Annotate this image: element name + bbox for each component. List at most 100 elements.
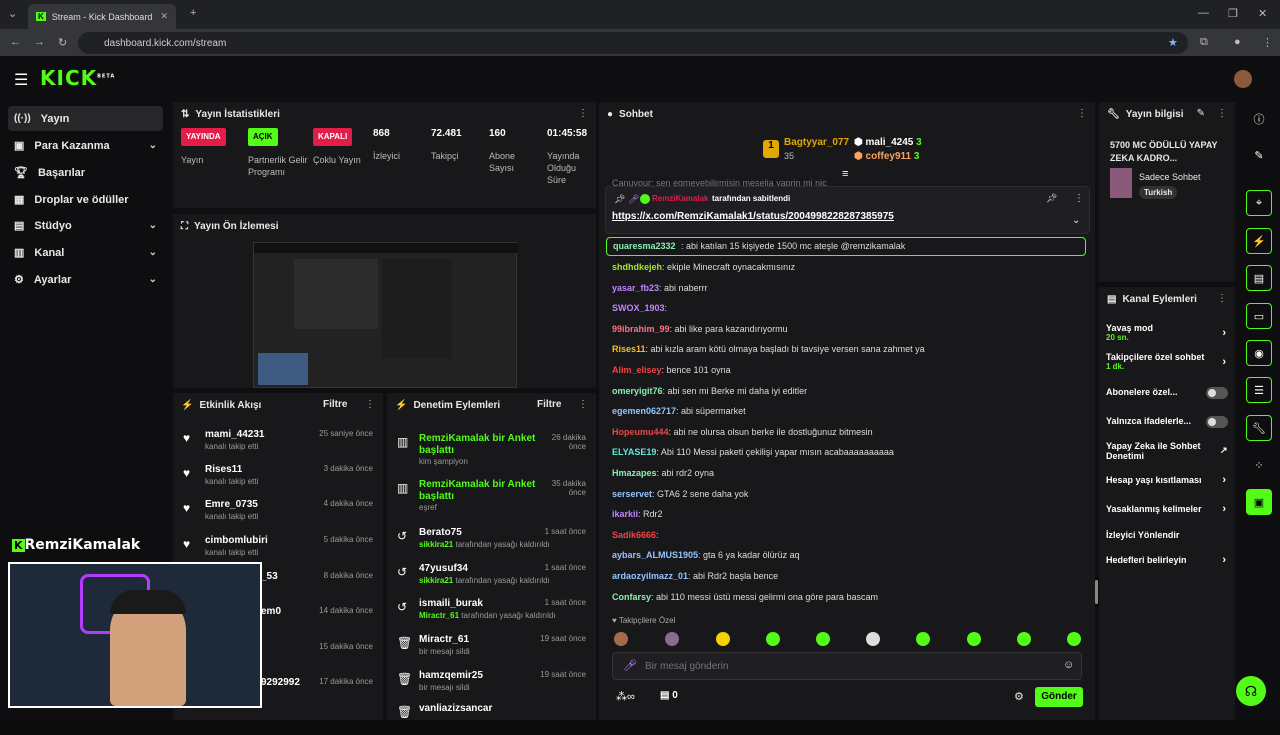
more-options-icon[interactable]: ⋮ (365, 399, 375, 410)
forward-icon[interactable]: → (34, 36, 45, 48)
url-field[interactable]: dashboard.kick.com/stream (78, 32, 1188, 54)
banned-words-item[interactable]: Yasaklanmış kelimeler › (1106, 503, 1230, 515)
chat-username[interactable]: 99ibrahim_99 (612, 324, 670, 334)
points-display[interactable]: ▤ 0 (660, 690, 678, 701)
nodes-icon[interactable]: ⁘ (1246, 452, 1272, 478)
subscribers-only-toggle[interactable] (1206, 387, 1228, 399)
sidebar-item-ayarlar[interactable]: ⚙ Ayarlar ⌄ (8, 267, 163, 292)
leader-name[interactable]: Bagtyyar_077 (784, 137, 849, 148)
raid-item[interactable]: İzleyici Yönlendir (1106, 530, 1230, 540)
followers-only-chat-item[interactable]: Takipçilere özel sohbet 1 dk. › (1106, 352, 1230, 371)
filter-button[interactable]: Filtre (537, 399, 561, 410)
restore-icon[interactable]: ❐ (1228, 7, 1238, 20)
list-icon[interactable]: ☰ (1246, 377, 1272, 403)
kick-logo[interactable]: KICKBETA (40, 66, 115, 90)
reload-icon[interactable]: ↻ (58, 36, 67, 49)
emote-icon[interactable] (816, 632, 830, 646)
more-options-icon[interactable]: ⋮ (578, 108, 588, 119)
bookmark-star-icon[interactable]: ★ (1168, 36, 1178, 49)
send-button[interactable]: Gönder (1035, 687, 1083, 707)
emote-icon[interactable] (866, 632, 880, 646)
close-window-icon[interactable]: ✕ (1258, 7, 1267, 20)
more-options-icon[interactable]: ⋮ (578, 399, 588, 410)
emote-icon[interactable] (766, 632, 780, 646)
more-options-icon[interactable]: ⋮ (1074, 193, 1084, 204)
expand-leaderboard-icon[interactable]: ≡ (842, 168, 848, 180)
extensions-icon[interactable]: ⧉ (1200, 36, 1208, 49)
sidebar-item-basarilar[interactable]: 🏆︎ Başarılar (8, 160, 163, 185)
filter-button[interactable]: Filtre (323, 399, 347, 410)
edit-icon[interactable]: ✎ (1197, 108, 1205, 119)
close-tab-icon[interactable]: ✕ (160, 11, 168, 22)
chat-username[interactable]: egemen062717 (612, 406, 676, 416)
sidebar-item-droplar[interactable]: ▦ Droplar ve ödüller (8, 187, 163, 212)
chevron-down-icon[interactable]: ⌄ (1072, 215, 1080, 226)
chat-username[interactable]: omeryigit76 (612, 386, 663, 396)
chat-username[interactable]: aybars_ALMUS1905 (612, 550, 698, 560)
chat-scrollbar[interactable] (1095, 580, 1098, 604)
info-icon[interactable]: ⓘ (1246, 106, 1272, 132)
emote-icon[interactable] (967, 632, 981, 646)
emote-icon[interactable] (665, 632, 679, 646)
chat-username[interactable]: Alim_elisey (612, 365, 662, 375)
browser-menu-icon[interactable]: ⋮ (1262, 36, 1273, 49)
emote-icon[interactable] (1017, 632, 1031, 646)
sidebar-item-para-kazanma[interactable]: ▣ Para Kazanma ⌄ (8, 133, 163, 158)
browser-tab[interactable]: K Stream - Kick Dashboard ✕ (28, 4, 176, 29)
chat-username[interactable]: Hmazapes (612, 468, 657, 478)
profile-icon[interactable]: ● (1234, 36, 1241, 48)
lightning-icon[interactable]: ⚡ (1246, 228, 1272, 254)
emoji-picker-icon[interactable]: ☺ (1063, 659, 1074, 671)
chat-username[interactable]: Sadik6666 (612, 530, 656, 540)
sidebar-item-studyo[interactable]: ▤ Stüdyo ⌄ (8, 213, 163, 238)
emotes-only-toggle[interactable] (1206, 416, 1228, 428)
emote-icon[interactable] (614, 632, 628, 646)
document-icon[interactable]: ▤ (1246, 265, 1272, 291)
chat-bubble-icon[interactable]: ▭ (1246, 303, 1272, 329)
ai-moderation-item[interactable]: Yapay Zeka ile Sohbet Denetimi ↗ (1106, 441, 1228, 461)
chat-username[interactable]: Rises11 (612, 344, 646, 354)
account-age-item[interactable]: Hesap yaşı kısıtlaması › (1106, 474, 1230, 486)
chat-username[interactable]: serservet (612, 489, 652, 499)
emote-icon[interactable] (916, 632, 930, 646)
chat-username[interactable]: shdhdkejeh (612, 262, 662, 272)
chat-username[interactable]: Confarsy (612, 592, 651, 602)
leader-row[interactable]: ⬢ coffey911 3 (854, 151, 919, 162)
chat-message-input[interactable] (645, 657, 1045, 675)
chat-username[interactable]: quaresma2332 (613, 241, 676, 251)
bot-icon[interactable]: ▣ (1246, 489, 1272, 515)
target-icon[interactable]: ⌖ (1246, 190, 1272, 216)
back-icon[interactable]: ← (10, 36, 21, 48)
new-tab-icon[interactable]: + (190, 7, 196, 19)
chat-username[interactable]: SWOX_1903 (612, 303, 665, 313)
preview-video[interactable] (253, 242, 518, 388)
chat-input-box[interactable]: 🎤︎ ☺ (612, 652, 1082, 680)
chat-username[interactable]: yasar_fb23 (612, 283, 659, 293)
tab-list-icon[interactable]: ⌄ (8, 7, 17, 20)
emote-icon[interactable] (716, 632, 730, 646)
support-headset-icon[interactable]: ☊ (1236, 676, 1266, 706)
more-options-icon[interactable]: ⋮ (1217, 108, 1227, 119)
channel-points-icon[interactable]: ⁂∞ (616, 690, 635, 703)
more-options-icon[interactable]: ⋮ (1077, 108, 1087, 119)
emote-icon[interactable] (1067, 632, 1081, 646)
chat-username[interactable]: Hopeumu444 (612, 427, 669, 437)
more-options-icon[interactable]: ⋮ (1217, 293, 1227, 304)
user-avatar[interactable] (1234, 70, 1252, 88)
sidebar-item-kanal[interactable]: ▥ Kanal ⌄ (8, 240, 163, 265)
broadcast-icon[interactable]: ◉ (1246, 340, 1272, 366)
unpin-icon[interactable]: 📌︎ (1046, 193, 1057, 204)
leader-row[interactable]: ⬢ mali_4245 3 (854, 137, 922, 148)
goals-item[interactable]: Hedefleri belirleyin › (1106, 554, 1230, 566)
pinned-link[interactable]: https://x.com/RemziKamalak1/status/20049… (612, 211, 894, 222)
hamburger-menu-icon[interactable]: ☰ (14, 70, 28, 90)
edit-icon[interactable]: ✎ (1246, 142, 1272, 168)
minimize-icon[interactable]: — (1198, 7, 1209, 19)
chat-username[interactable]: ikarkii (612, 509, 638, 519)
stream-category[interactable]: Sadece Sohbet (1139, 172, 1201, 182)
chat-username[interactable]: ardaozyilmazz_01 (612, 571, 688, 581)
slow-mode-item[interactable]: Yavaş mod 20 sn. › (1106, 323, 1230, 342)
chat-username[interactable]: ELYASE19 (612, 447, 656, 457)
chat-settings-icon[interactable]: ⚙ (1014, 690, 1024, 703)
sidebar-item-yayin[interactable]: ((·)) Yayın (8, 106, 163, 131)
